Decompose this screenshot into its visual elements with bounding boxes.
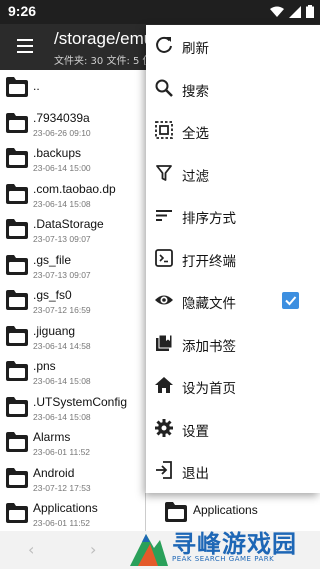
filter-icon xyxy=(156,164,172,181)
back-icon[interactable]: ‹ xyxy=(28,540,34,559)
watermark-title: 寻峰游戏园 xyxy=(172,530,297,558)
file-date: 23-06-01 11:52 xyxy=(33,518,91,528)
folder-icon xyxy=(6,148,28,168)
sort-icon xyxy=(156,210,172,221)
menu-item-filter[interactable]: 过滤 xyxy=(146,153,320,196)
current-path: /storage/emu xyxy=(54,29,154,48)
file-name: .com.taobao.dp xyxy=(33,181,116,196)
menu-item-label: 添加书签 xyxy=(182,338,236,355)
file-date: 23-07-12 16:59 xyxy=(33,305,91,315)
menu-item-label: 过滤 xyxy=(182,168,209,185)
menu-item-label: 排序方式 xyxy=(182,211,236,227)
home-icon xyxy=(155,377,173,393)
menu-item-label: 设置 xyxy=(182,423,209,440)
overflow-menu: 刷新 搜索 全选 过滤 排序方式 打开终端 隐藏文件 添加书签 设为首页 设置 xyxy=(146,25,320,493)
menu-item-terminal[interactable]: 打开终端 xyxy=(146,238,320,281)
menu-item-hidden-files[interactable]: 隐藏文件 xyxy=(146,280,320,323)
file-date: 23-07-12 17:53 xyxy=(33,482,91,493)
file-date: 23-07-13 09:07 xyxy=(33,234,91,244)
folder-icon xyxy=(6,254,28,275)
file-name: Applications xyxy=(193,503,258,517)
menu-item-set-home[interactable]: 设为首页 xyxy=(146,365,320,408)
wifi-icon xyxy=(270,6,284,17)
watermark-logo xyxy=(130,534,168,566)
folder-icon xyxy=(6,325,28,346)
folder-icon xyxy=(165,502,187,522)
search-icon xyxy=(155,79,173,97)
file-name: .backups xyxy=(33,146,82,160)
bookmark-icon xyxy=(156,334,173,351)
folder-icon xyxy=(6,467,28,488)
menu-item-label: 打开终端 xyxy=(182,253,236,270)
file-name: .DataStorage xyxy=(33,217,104,231)
menu-item-refresh[interactable]: 刷新 xyxy=(146,25,320,68)
menu-item-label: 设为首页 xyxy=(182,381,236,397)
checkmark-icon xyxy=(285,296,297,306)
folder-icon xyxy=(6,112,28,133)
file-date: 23-06-26 09:10 xyxy=(33,127,91,138)
exit-icon xyxy=(156,461,172,479)
menu-item-label: 刷新 xyxy=(182,41,209,57)
folder-icon xyxy=(6,432,28,452)
menu-item-label: 搜索 xyxy=(182,83,209,100)
folder-icon xyxy=(6,77,28,97)
file-name: Alarms xyxy=(33,430,71,444)
file-name: Android xyxy=(33,465,75,480)
file-date: 23-06-14 14:58 xyxy=(33,340,91,351)
menu-item-exit[interactable]: 退出 xyxy=(146,450,320,493)
signal-icon xyxy=(289,5,301,18)
select-all-icon xyxy=(155,121,173,139)
folder-stats: 文件夹: 30 文件: 5 使 xyxy=(54,56,153,67)
gear-icon xyxy=(155,418,173,437)
status-time: 9:26 xyxy=(8,3,37,19)
menu-item-settings[interactable]: 设置 xyxy=(146,408,320,451)
menu-item-label: 全选 xyxy=(182,126,209,142)
folder-icon xyxy=(6,361,28,381)
file-date: 23-06-14 15:08 xyxy=(33,198,91,209)
status-bar: 9:26 xyxy=(0,0,320,24)
file-name: .7934039a xyxy=(33,110,90,125)
watermark-subtitle: PEAK SEARCH GAME PARK xyxy=(172,555,275,563)
file-name: .gs_fs0 xyxy=(33,288,72,302)
menu-item-sort[interactable]: 排序方式 xyxy=(146,195,320,238)
file-name: .. xyxy=(33,79,40,93)
hidden-files-checkbox[interactable] xyxy=(282,292,299,309)
terminal-icon xyxy=(155,248,173,267)
menu-item-select-all[interactable]: 全选 xyxy=(146,110,320,153)
folder-icon xyxy=(6,183,28,204)
file-date: 23-06-14 15:00 xyxy=(33,163,91,173)
refresh-icon xyxy=(156,36,172,53)
battery-icon xyxy=(306,5,314,18)
file-date: 23-06-14 15:08 xyxy=(33,376,91,386)
forward-icon[interactable]: › xyxy=(90,540,96,559)
folder-icon xyxy=(6,290,28,310)
menu-icon[interactable] xyxy=(17,39,33,53)
file-date: 23-07-13 09:07 xyxy=(33,269,91,280)
status-icons xyxy=(270,5,314,18)
folder-icon xyxy=(6,396,28,417)
eye-icon xyxy=(155,295,173,305)
file-name: .jiguang xyxy=(33,323,76,338)
folder-icon xyxy=(6,219,28,239)
menu-item-add-bookmark[interactable]: 添加书签 xyxy=(146,323,320,366)
file-date: 23-06-14 15:08 xyxy=(33,411,91,422)
menu-item-label: 退出 xyxy=(182,466,209,482)
watermark: 寻峰游戏园 PEAK SEARCH GAME PARK xyxy=(128,524,320,569)
file-name: .gs_file xyxy=(33,252,72,267)
file-name: .pns xyxy=(33,359,56,373)
file-name: Applications xyxy=(33,501,98,515)
menu-item-label: 隐藏文件 xyxy=(182,296,236,312)
file-name: .UTSystemConfig xyxy=(33,394,128,409)
file-date: 23-06-01 11:52 xyxy=(33,447,91,457)
menu-item-search[interactable]: 搜索 xyxy=(146,68,320,111)
folder-icon xyxy=(6,503,28,523)
